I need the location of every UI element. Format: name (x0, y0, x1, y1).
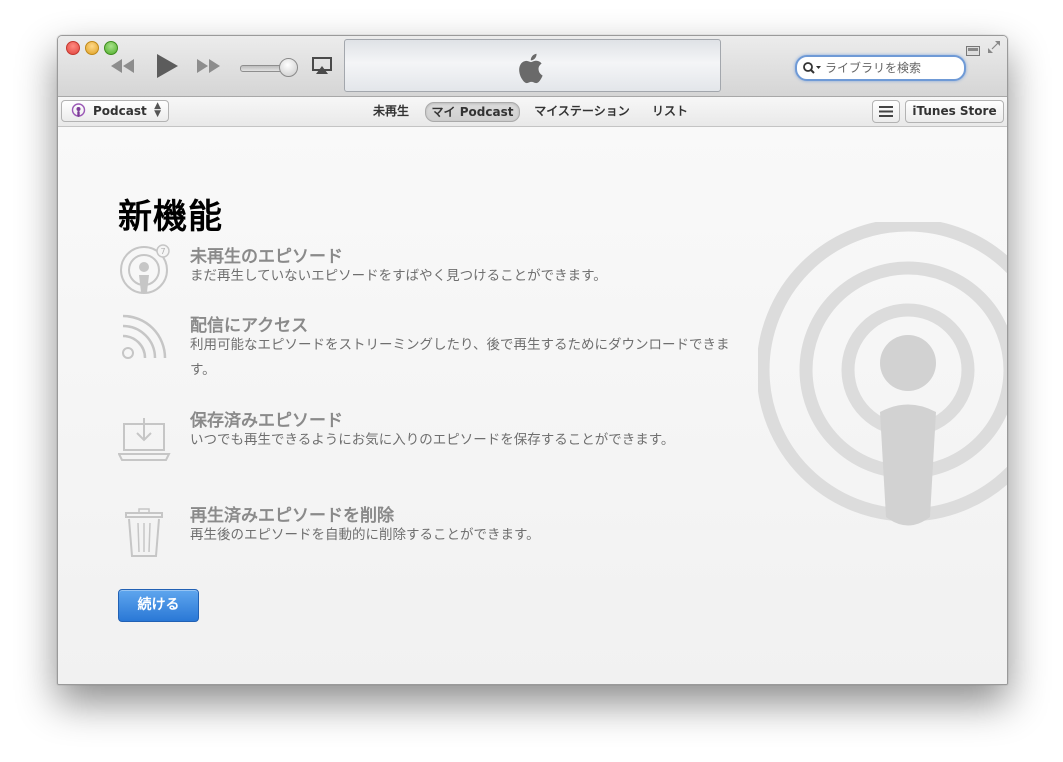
whats-new-panel: 新機能 7 未再生のエピソード まだ再生していないエピソードをすばやく見つけるこ… (58, 127, 1007, 684)
miniplayer-icon (966, 46, 980, 56)
fullscreen-button[interactable] (987, 39, 1001, 58)
tab-unplayed[interactable]: 未再生 (371, 102, 411, 120)
trash-icon (125, 508, 163, 557)
download-laptop-icon (118, 418, 171, 461)
tab-my-stations[interactable]: マイステーション (532, 102, 632, 120)
menu-icon (879, 106, 893, 117)
search-icon (803, 62, 821, 74)
stream-icon (122, 314, 167, 359)
search-field[interactable] (795, 55, 966, 81)
feature-description: まだ再生していないエピソードをすばやく見つけることができます。 (190, 268, 607, 284)
close-button[interactable] (66, 41, 80, 55)
miniplayer-button[interactable] (966, 41, 980, 60)
toolbar (58, 36, 1007, 97)
podcast-badge-icon: 7 (120, 244, 170, 294)
fast-forward-button[interactable] (195, 56, 223, 80)
play-icon (157, 54, 178, 78)
play-button[interactable] (154, 52, 180, 84)
itunes-window: Podcast ▲▼ 未再生 マイ Podcast マイステーション リスト i… (57, 35, 1008, 685)
apple-logo-icon (519, 53, 543, 84)
library-selector-label: Podcast (93, 104, 147, 118)
rewind-icon (111, 59, 134, 73)
feature-access-feed: 配信にアクセス 利用可能なエピソードをストリーミングしたり、後で再生するためにダ… (118, 311, 738, 381)
minimize-button[interactable] (85, 41, 99, 55)
svg-text:7: 7 (160, 247, 165, 256)
library-selector[interactable]: Podcast ▲ ▼ (61, 100, 169, 122)
fullscreen-icon (988, 41, 1000, 53)
podcast-icon (71, 103, 86, 117)
feature-delete-played: 再生済みエピソードを削除 再生後のエピソードを自動的に削除することができます。 (118, 501, 738, 571)
airplay-button[interactable] (311, 56, 333, 80)
feature-unplayed: 7 未再生のエピソード まだ再生していないエピソードをすばやく見つけることができ… (118, 242, 738, 302)
list-view-button[interactable] (872, 100, 900, 123)
search-input[interactable] (825, 59, 955, 77)
fast-forward-icon (197, 59, 220, 73)
feature-description: いつでも再生できるようにお気に入りのエピソードを保存することができます。 (190, 432, 675, 448)
chevron-updown-icon: ▲ ▼ (154, 101, 161, 119)
rewind-button[interactable] (108, 56, 136, 80)
itunes-store-button[interactable]: iTunes Store (905, 100, 1004, 123)
podcast-logo-watermark-icon (758, 222, 1007, 526)
tab-list[interactable]: リスト (650, 102, 690, 120)
navigation-bar: Podcast ▲ ▼ 未再生 マイ Podcast マイステーション リスト i… (58, 97, 1007, 127)
airplay-icon (312, 57, 332, 74)
feature-description: 利用可能なエピソードをストリーミングしたり、後で再生するためにダウンロードできま… (190, 337, 730, 378)
now-playing-display (344, 39, 721, 92)
continue-button[interactable]: 続ける (118, 589, 199, 622)
feature-description: 再生後のエピソードを自動的に削除することができます。 (190, 527, 540, 543)
page-title: 新機能 (118, 197, 223, 237)
tab-my-podcasts[interactable]: マイ Podcast (425, 102, 520, 122)
feature-saved-episodes: 保存済みエピソード いつでも再生できるようにお気に入りのエピソードを保存すること… (118, 406, 738, 476)
volume-knob[interactable] (279, 58, 298, 77)
zoom-button[interactable] (104, 41, 118, 55)
